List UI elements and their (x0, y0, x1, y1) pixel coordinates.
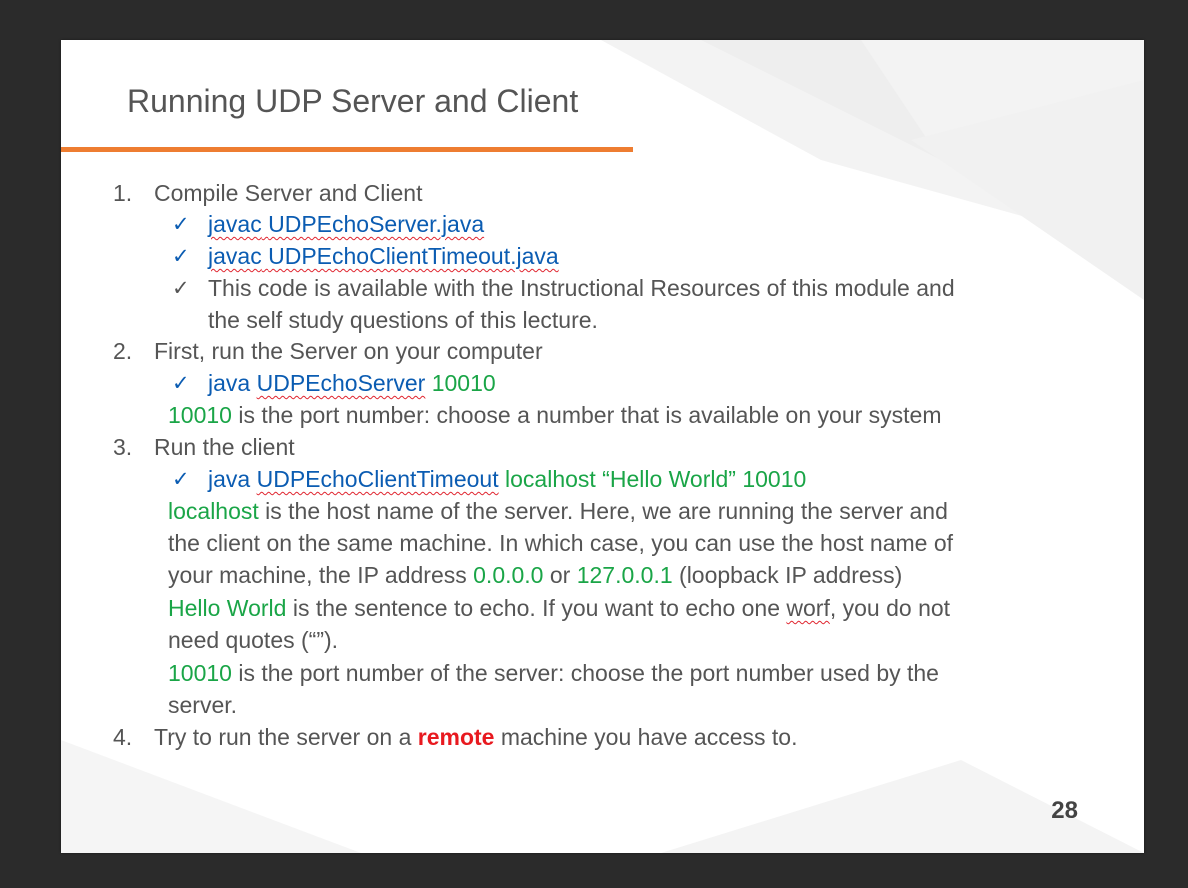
ip-value: 127.0.0.1 (576, 562, 673, 588)
note-text: , you do not (829, 595, 951, 621)
check-mark-icon: ✓ (172, 372, 190, 395)
ip-value: 0.0.0.0 (473, 562, 544, 588)
step-number: 4. (113, 724, 133, 750)
note-text: This code is available with the Instruct… (208, 275, 955, 301)
check-item: ✓ java UDPEchoServer 10010 (172, 368, 496, 400)
step-text: First, run the Server on your computer (154, 338, 543, 364)
note-line: 10010 is the port number: choose a numbe… (168, 400, 942, 432)
command-args: localhost “Hello World” 10010 (505, 466, 807, 492)
step-text: Run the client (154, 434, 295, 460)
port-value: 10010 (168, 402, 232, 428)
slide-title: Running UDP Server and Client (127, 83, 579, 119)
step-text: Try to run the server on a (154, 724, 418, 750)
step-1: 1. Compile Server and Client (113, 178, 422, 210)
note-text-continued: the self study questions of this lecture… (208, 307, 598, 333)
check-item: ✓ This code is available with the Instru… (172, 273, 955, 305)
check-item: ✓ javac UDPEchoServer.java (172, 209, 484, 241)
note-text: is the host name of the server. Here, we… (258, 498, 948, 524)
title-accent-rule (61, 147, 633, 152)
note-text: your machine, the IP address (168, 562, 474, 588)
step-4: 4. Try to run the server on a remote mac… (113, 722, 797, 754)
command-keyword: java (208, 370, 251, 396)
emphasis-text: remote (417, 724, 495, 750)
note-line: localhost is the host name of the server… (168, 496, 948, 528)
step-text: Compile Server and Client (154, 180, 423, 206)
note-line: the client on the same machine. In which… (168, 530, 954, 556)
note-text: or (543, 562, 577, 588)
note-line: Hello World is the sentence to echo. If … (168, 593, 950, 625)
note-line: server. (168, 692, 238, 718)
step-text: machine you have access to. (494, 724, 798, 750)
step-2: 2. First, run the Server on your compute… (113, 336, 543, 368)
check-mark-icon: ✓ (172, 277, 190, 300)
note-line: your machine, the IP address 0.0.0.0 or … (168, 560, 902, 592)
check-item: ✓ java UDPEchoClientTimeout localhost “H… (172, 464, 806, 496)
note-text: is the port number: choose a number that… (231, 402, 942, 428)
step-number: 2. (113, 338, 133, 364)
slide: Running UDP Server and Client 1. Compile… (61, 40, 1144, 853)
command-arg: 10010 (431, 370, 496, 396)
note-line: 10010 is the port number of the server: … (168, 658, 939, 690)
note-line: need quotes (“”). (168, 627, 339, 653)
page-number: 28 (1051, 797, 1078, 824)
note-text: is the port number of the server: choose… (231, 660, 939, 686)
command-text: javac UDPEchoClientTimeout.java (208, 243, 559, 269)
step-3: 3. Run the client (113, 432, 295, 464)
check-mark-icon: ✓ (172, 245, 190, 268)
check-mark-icon: ✓ (172, 213, 190, 236)
command-class: UDPEchoServer (256, 370, 426, 396)
check-item: ✓ javac UDPEchoClientTimeout.java (172, 241, 559, 273)
check-mark-icon: ✓ (172, 468, 190, 491)
command-class: UDPEchoClientTimeout (256, 466, 499, 492)
command-keyword: java (208, 466, 251, 492)
misspelled-word: worf (786, 595, 830, 621)
step-number: 1. (113, 180, 133, 206)
sentence-value: Hello World (168, 595, 287, 621)
note-text: is the sentence to echo. If you want to … (286, 595, 787, 621)
host-value: localhost (168, 498, 259, 524)
port-value: 10010 (168, 660, 232, 686)
step-number: 3. (113, 434, 133, 460)
command-text: javac UDPEchoServer.java (208, 211, 485, 237)
note-text: (loopback IP address) (672, 562, 903, 588)
